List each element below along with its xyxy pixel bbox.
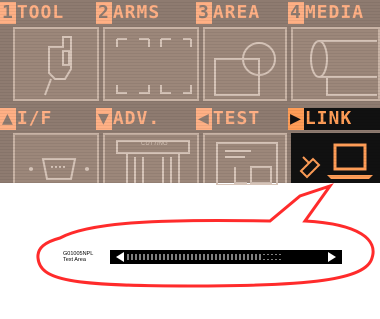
display-bar [110,250,342,264]
display-text-area: G01005NPL Text Area [63,251,93,263]
callout-bubble [36,183,375,288]
scroll-indicator-icon [110,250,342,264]
display-line-2: Text Area [63,257,86,263]
